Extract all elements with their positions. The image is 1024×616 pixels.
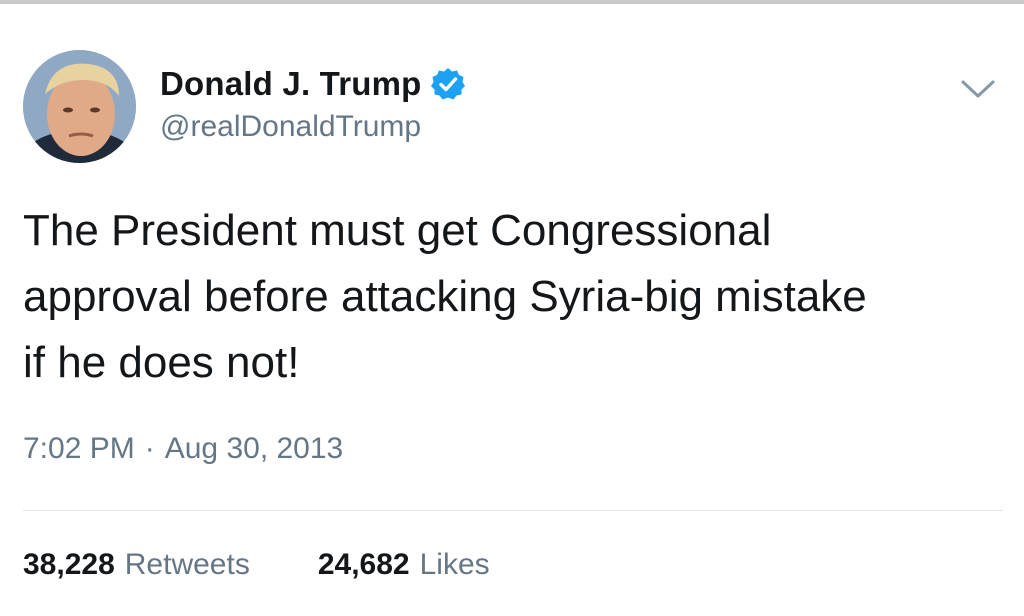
timestamp-separator: · — [144, 432, 155, 465]
likes-count: 24,682 — [317, 548, 410, 581]
retweets-stat[interactable]: 38,228 Retweets — [23, 548, 250, 582]
likes-label: Likes — [419, 548, 490, 581]
tweet-timestamp[interactable]: 7:02 PM · Aug 30, 2013 — [23, 432, 343, 466]
tweet-card: Donald J. Trump @realDonaldTrump The Pre… — [0, 0, 1024, 616]
retweets-count: 38,228 — [23, 548, 115, 581]
tweet-date: Aug 30, 2013 — [164, 432, 344, 465]
verified-badge-icon — [430, 66, 466, 102]
author-name-row: Donald J. Trump — [160, 62, 466, 106]
divider — [23, 510, 1003, 511]
author-handle[interactable]: @realDonaldTrump — [160, 110, 421, 144]
avatar[interactable] — [23, 50, 136, 163]
avatar-photo — [23, 50, 136, 163]
chevron-down-icon[interactable] — [956, 72, 1000, 104]
engagement-stats: 38,228 Retweets 24,682 Likes — [23, 548, 490, 582]
tweet-time: 7:02 PM — [23, 432, 135, 465]
author-display-name[interactable]: Donald J. Trump — [160, 65, 422, 103]
tweet-text: The President must get Congressional app… — [23, 206, 867, 387]
likes-stat[interactable]: 24,682 Likes — [318, 548, 490, 582]
retweets-label: Retweets — [124, 548, 250, 581]
